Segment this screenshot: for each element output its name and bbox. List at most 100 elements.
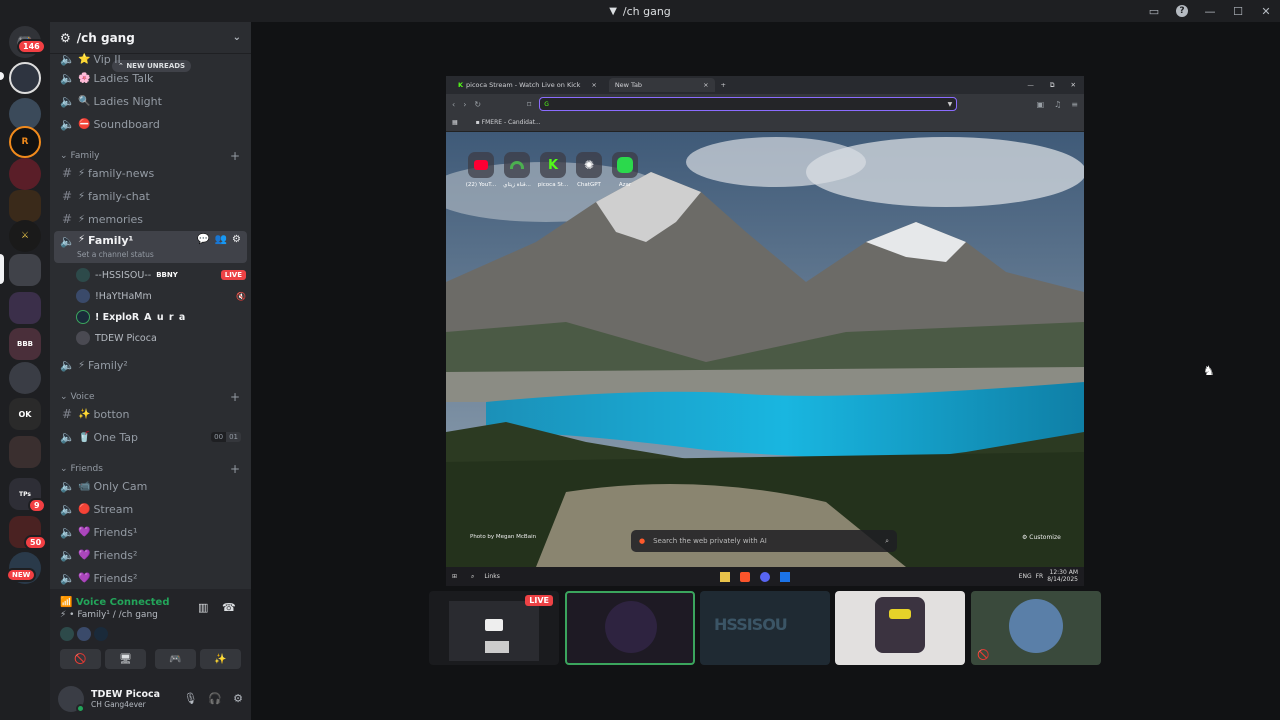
category-friends[interactable]: ⌄ Friends + (60, 462, 240, 476)
browser-window-controls: — ⧉ ✕ (1027, 80, 1076, 89)
server-folder[interactable]: BBB (9, 328, 41, 360)
voice-channel[interactable]: 🔈 📹 Only Cam (54, 475, 247, 497)
participant-thumbnail[interactable]: HSSISOU (700, 591, 830, 665)
help-icon[interactable]: ? (1168, 0, 1196, 22)
azar-icon (617, 157, 633, 173)
participant-thumbnail[interactable]: 🚫 (971, 591, 1101, 665)
add-channel-icon[interactable]: + (230, 462, 240, 476)
headphones-icon[interactable]: 🎧 (208, 692, 222, 705)
voice-user[interactable]: TDEW Picoca (76, 328, 246, 348)
close-button[interactable]: ✕ (1252, 0, 1280, 22)
soundboard-button[interactable]: ✨ (200, 649, 241, 669)
server-icon[interactable] (9, 362, 41, 394)
stream-thumbnail[interactable]: LIVE (429, 591, 559, 665)
speed-dial-azar[interactable] (612, 152, 638, 178)
text-channel[interactable]: # ⚡ memories (54, 208, 247, 230)
voice-user[interactable]: --HSSISOU-- BBNY LIVE (76, 265, 246, 285)
server-icon[interactable] (9, 190, 41, 222)
text-channel[interactable]: # ⚡ family-news (54, 162, 247, 184)
stage-corner-icon[interactable]: ♞ (1203, 364, 1215, 379)
forward-icon[interactable]: › (463, 100, 466, 109)
avatar (77, 627, 91, 641)
speed-dial-youtube[interactable] (468, 152, 494, 178)
browser-toolbar-icons: ▣ ♫ ≡ (1036, 99, 1078, 109)
new-badge[interactable]: NEW (6, 568, 37, 582)
brave-shield-icon[interactable]: ▼ (948, 101, 953, 108)
server-icon[interactable] (9, 158, 41, 190)
inbox-icon[interactable]: ▭ (1140, 0, 1168, 22)
ai-search-bar[interactable]: ● Search the web privately with AI ⌕ (631, 530, 897, 552)
speed-dial-kick[interactable]: K (540, 152, 566, 178)
voice-channel[interactable]: 🔈 💜 Friends² (54, 567, 247, 589)
server-folder[interactable] (9, 292, 41, 324)
voice-channel-link[interactable]: ⚡ • Family¹ / /ch gang (60, 610, 158, 620)
disconnect-icon[interactable]: ☎ (222, 601, 236, 614)
invite-icon[interactable]: 👥 (215, 234, 227, 245)
search-icon[interactable]: ⌕ (471, 573, 474, 581)
avatar (605, 601, 657, 653)
customize-button[interactable]: ⚙ Customize (1022, 534, 1061, 541)
channel-sidebar: ⚙ /ch gang ⌄ ⌃ NEW UNREADS 🔈 ⭐ Vip II 🔈 🌸 La… (50, 22, 251, 720)
speed-dial-tile[interactable] (504, 152, 530, 178)
brave-icon: ● (639, 537, 646, 545)
server-icon[interactable] (9, 62, 41, 94)
server-icon[interactable]: R (9, 126, 41, 158)
camera-off-button[interactable]: 🚫 (60, 649, 101, 669)
browser-nav: ‹ › ↻ ⌑ G ▼ ▣ ♫ ≡ (446, 94, 1084, 114)
back-icon[interactable]: ‹ (452, 100, 455, 109)
server-folder[interactable]: OK (9, 398, 41, 430)
avatar[interactable] (58, 685, 85, 713)
brave-icon[interactable] (739, 571, 750, 582)
voice-channel[interactable]: 🔈 🥤 One Tap 00 01 (54, 426, 247, 448)
text-channel[interactable]: # ✨ botton (54, 403, 247, 425)
avatar (1009, 599, 1063, 653)
voice-channel[interactable]: 🔈 🔴 Stream (54, 498, 247, 520)
server-icon[interactable]: ⚔ (9, 220, 41, 252)
category-family[interactable]: ⌄ Family + (60, 149, 240, 163)
server-folder[interactable] (9, 436, 41, 468)
chat-icon[interactable]: 💬 (197, 234, 209, 245)
new-tab-icon[interactable]: + (721, 81, 726, 89)
voice-user[interactable]: ! ExploR A u r a (76, 307, 246, 327)
apps-icon[interactable]: ▦ (452, 119, 458, 126)
reload-icon[interactable]: ↻ (474, 100, 481, 109)
add-channel-icon[interactable]: + (230, 149, 240, 163)
category-voice[interactable]: ⌄ Voice + (60, 390, 240, 404)
microphone-icon[interactable]: 🎙 (183, 692, 197, 705)
gear-icon[interactable]: ⚙ (232, 234, 241, 245)
text-channel[interactable]: # ⚡ family-chat (54, 185, 247, 207)
voice-channel[interactable]: 🔈 🌸 Ladies Talk (54, 67, 247, 89)
browser-tab-active[interactable]: New Tab × (608, 78, 715, 92)
activities-button[interactable]: 🎮 (155, 649, 196, 669)
speed-dial-chatgpt[interactable]: ✺ (576, 152, 602, 178)
participant-thumbnail[interactable] (835, 591, 965, 665)
bookmark-item[interactable]: ▪ FMERE - Candidat... (476, 119, 541, 126)
voice-user[interactable]: !HaYtHaMm 🔇 (76, 286, 246, 306)
server-name: /ch gang (76, 30, 135, 45)
browser-tab[interactable]: Kpicoca Stream - Watch Live on Kick × (452, 78, 603, 92)
discord-icon[interactable] (759, 571, 770, 582)
maximize-button[interactable]: ☐ (1224, 0, 1252, 22)
minimize-button[interactable]: — (1196, 0, 1224, 22)
photo-credit[interactable]: Photo by Megan McBain (470, 534, 536, 540)
steam-icon[interactable] (779, 571, 790, 582)
channel-status[interactable]: Set a channel status (77, 250, 154, 259)
folder-icon[interactable] (719, 571, 730, 582)
participant-thumbnail-selected[interactable] (565, 591, 695, 665)
speed-dial-label: Azar (618, 182, 632, 188)
soundwave-icon[interactable]: ▥ (198, 601, 208, 614)
gear-icon[interactable]: ⚙ (233, 692, 243, 705)
stream-view[interactable]: Kpicoca Stream - Watch Live on Kick × New… (446, 76, 1084, 586)
voice-channel[interactable]: 🔈 ⚡ Family² (54, 354, 247, 376)
server-icon-selected[interactable] (9, 254, 41, 286)
voice-channel[interactable]: 🔈 💜 Friends² (54, 544, 247, 566)
voice-channel[interactable]: 🔈 💜 Friends¹ (54, 521, 247, 543)
add-channel-icon[interactable]: + (230, 390, 240, 404)
voice-channel[interactable]: 🔈 ⛔ Soundboard (54, 113, 247, 135)
voice-channel[interactable]: 🔈 🔍 Ladies Night (54, 90, 247, 112)
windows-start-icon[interactable]: ⊞ (452, 573, 457, 580)
screen-share-button[interactable]: 🖥 (105, 649, 146, 669)
address-bar[interactable]: G ▼ (539, 97, 958, 111)
bookmark-icon[interactable]: ⌑ (527, 100, 531, 109)
taskbar-links[interactable]: Links (484, 573, 499, 580)
